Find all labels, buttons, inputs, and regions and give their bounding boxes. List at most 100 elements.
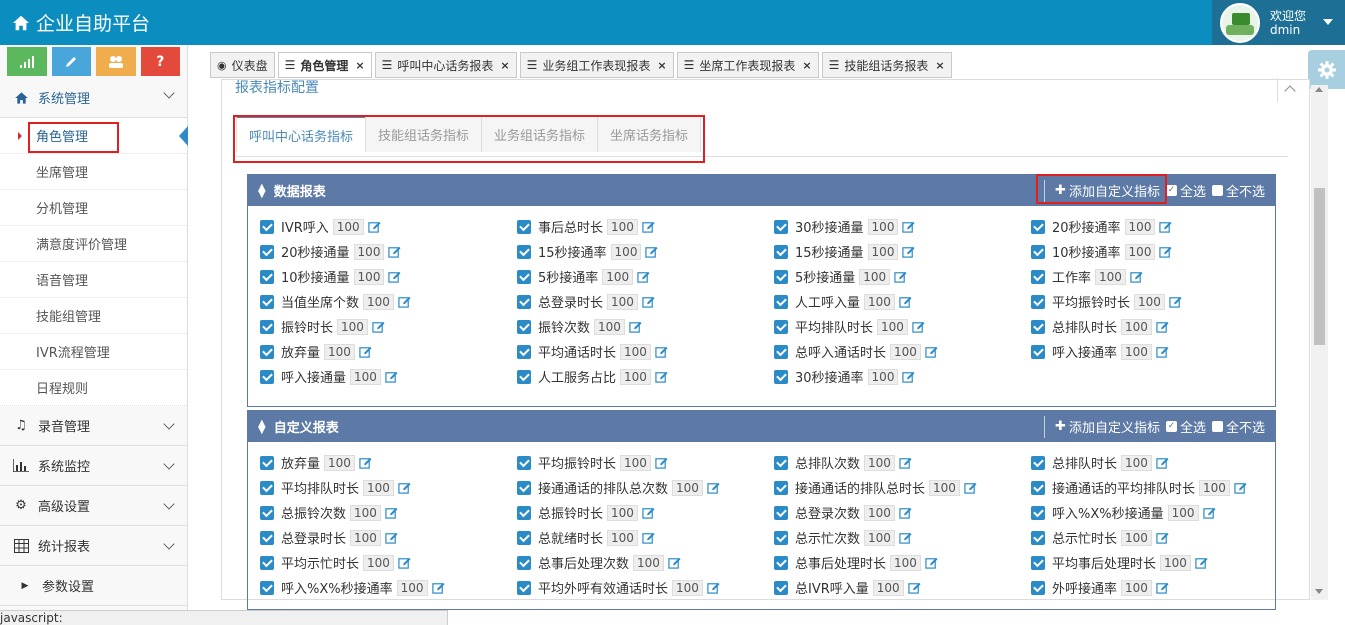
weight-value[interactable]: 100 [1095,268,1126,285]
checkbox-checked[interactable] [774,294,788,309]
weight-value[interactable]: 100 [672,579,703,596]
users-shortcut-button[interactable] [96,47,136,76]
checkbox-checked[interactable] [517,369,531,384]
weight-value[interactable]: 100 [867,243,899,260]
weight-value[interactable]: 100 [363,479,394,496]
checkbox-checked[interactable] [1031,505,1045,520]
weight-value[interactable]: 100 [607,529,638,546]
edit-icon[interactable] [964,481,977,494]
edit-icon[interactable] [1234,481,1247,494]
edit-icon[interactable] [1156,581,1169,594]
checkbox-checked[interactable] [774,319,788,334]
add-custom-indicator-button[interactable]: ✚ 添加自定义指标 [1055,417,1160,436]
tab-skill-group-report[interactable]: ☰ 技能组话务报表 × [821,52,952,78]
sidebar-item-schedule-rules[interactable]: 日程规则 [0,370,187,406]
edit-icon[interactable] [925,556,938,569]
close-icon[interactable]: × [935,59,944,72]
weight-value[interactable]: 100 [353,268,385,285]
checkbox-checked[interactable] [260,344,274,359]
scroll-down-icon[interactable] [1315,589,1323,594]
edit-icon[interactable] [385,531,398,544]
weight-value[interactable]: 100 [1134,293,1165,310]
edit-icon[interactable] [642,506,655,519]
checkbox-checked[interactable] [260,244,274,259]
checkbox-checked[interactable] [774,344,788,359]
signal-shortcut-button[interactable] [7,47,47,76]
weight-value[interactable]: 100 [350,529,381,546]
checkbox-checked[interactable] [1031,530,1045,545]
tab-business-group-report[interactable]: ☰ 业务组工作表现报表 × [519,52,674,78]
edit-icon[interactable] [642,531,655,544]
checkbox-checked[interactable] [774,480,788,495]
edit-icon[interactable] [668,556,681,569]
tab-business-group-indicators[interactable]: 业务组话务指标 [481,116,599,152]
checkbox-checked[interactable] [1031,580,1045,595]
weight-value[interactable]: 100 [610,243,642,260]
edit-icon[interactable] [1156,320,1169,333]
weight-value[interactable]: 100 [607,504,638,521]
weight-value[interactable]: 100 [350,504,381,521]
weight-value[interactable]: 100 [1167,504,1199,521]
weight-value[interactable]: 100 [890,554,921,571]
weight-value[interactable]: 100 [1199,479,1230,496]
checkbox-checked[interactable] [260,369,274,384]
weight-value[interactable]: 100 [867,368,899,385]
edit-icon[interactable] [707,581,720,594]
edit-icon[interactable] [388,270,401,283]
edit-icon[interactable] [1156,456,1169,469]
edit-icon[interactable] [902,220,915,233]
weight-value[interactable]: 100 [1121,343,1152,360]
weight-value[interactable]: 100 [337,318,368,335]
weight-value[interactable]: 100 [1121,318,1152,335]
checkbox-checked[interactable] [260,530,274,545]
checkbox-checked[interactable] [517,555,531,570]
sidebar-item-ivr-flow-management[interactable]: IVR流程管理 [0,334,187,370]
weight-value[interactable]: 100 [867,218,899,235]
edit-icon[interactable] [388,245,401,258]
tab-role-management[interactable]: ☰ 角色管理 × [277,52,372,78]
checkbox-checked[interactable] [1031,480,1045,495]
edit-icon[interactable] [1202,506,1216,519]
weight-value[interactable]: 100 [1160,554,1191,571]
weight-value[interactable]: 100 [672,479,703,496]
weight-value[interactable]: 100 [363,554,394,571]
checkbox-checked[interactable] [774,580,788,595]
brand[interactable]: 企业自助平台 [12,9,150,36]
select-all-checkbox[interactable]: ✓ 全选 [1165,181,1206,200]
weight-value[interactable]: 100 [620,343,651,360]
tab-dashboard[interactable]: ◉ 仪表盘 [210,52,275,78]
weight-value[interactable]: 100 [620,454,651,471]
edit-icon[interactable] [907,581,921,594]
weight-value[interactable]: 100 [607,218,638,235]
checkbox-checked[interactable] [517,244,531,259]
edit-icon[interactable] [1159,220,1172,233]
checkbox-checked[interactable] [517,480,531,495]
checkbox-checked[interactable] [517,294,531,309]
edit-icon[interactable] [899,456,912,469]
edit-icon[interactable] [902,370,915,383]
checkbox-checked[interactable] [1031,219,1045,234]
select-all-checkbox[interactable]: ✓ 全选 [1165,417,1206,436]
weight-value[interactable]: 100 [620,368,651,385]
close-icon[interactable]: × [355,59,364,72]
scroll-up-icon[interactable] [1315,87,1323,92]
weight-value[interactable]: 100 [1121,529,1152,546]
menu-statistics-reports[interactable]: 统计报表 [0,526,187,566]
edit-icon[interactable] [642,295,655,308]
weight-value[interactable]: 100 [363,293,394,310]
weight-value[interactable]: 100 [607,293,638,310]
checkbox-checked[interactable] [774,505,788,520]
sidebar-item-skill-group-management[interactable]: 技能组管理 [0,298,187,334]
edit-icon[interactable] [398,295,411,308]
menu-system-monitor[interactable]: 系统监控 [0,446,187,486]
user-menu[interactable]: 欢迎您 dmin [1212,0,1345,45]
edit-icon[interactable] [655,456,668,469]
edit-icon[interactable] [385,506,398,519]
tab-skill-group-indicators[interactable]: 技能组话务指标 [365,116,483,152]
weight-value[interactable]: 100 [864,504,895,521]
weight-value[interactable]: 100 [594,318,625,335]
help-shortcut-button[interactable]: ? [140,47,180,76]
checkbox-checked[interactable] [517,319,531,334]
menu-advanced-settings[interactable]: ⚙ 高级设置 [0,486,187,526]
sidebar-item-role-management[interactable]: 角色管理 [0,118,188,154]
